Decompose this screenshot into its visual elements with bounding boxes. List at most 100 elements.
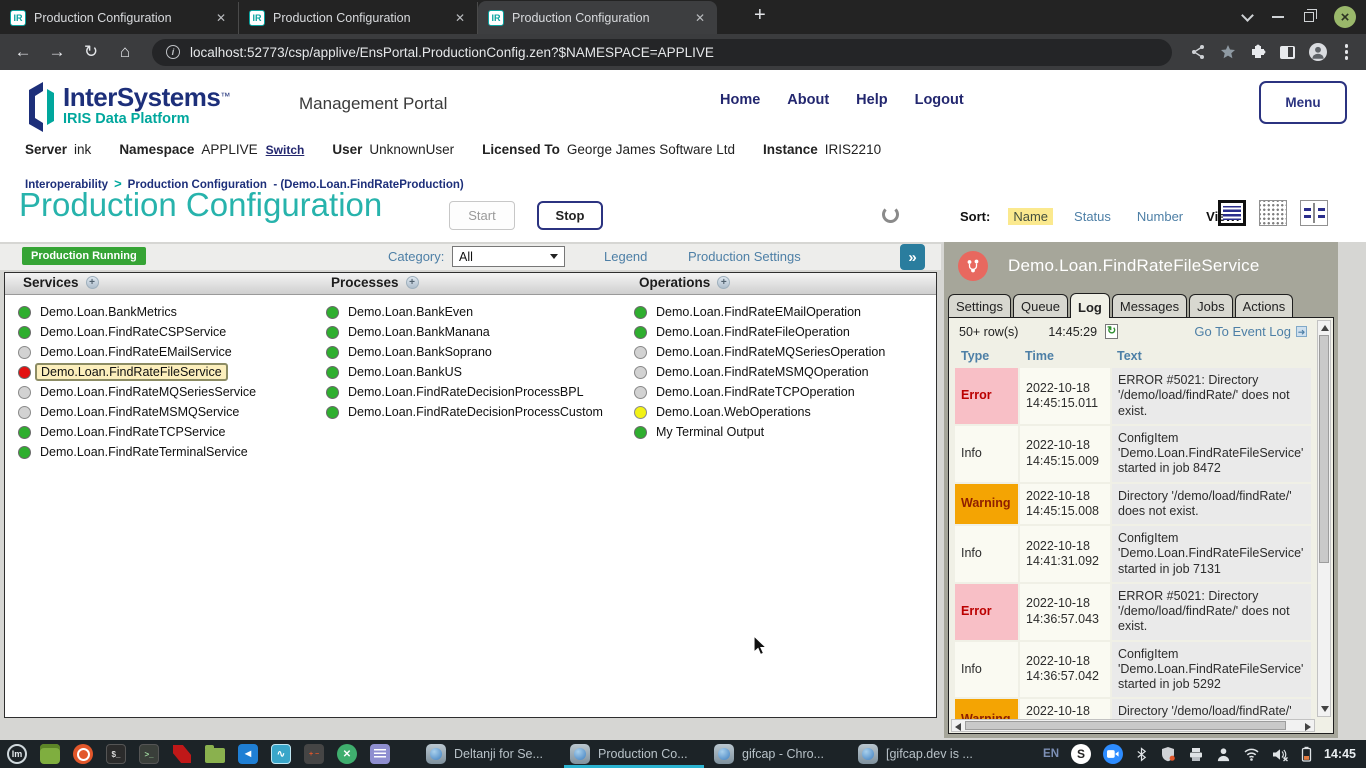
- config-item[interactable]: Demo.Loan.FindRateEMailService: [18, 342, 256, 362]
- taskbar-window-button[interactable]: gifcap - Chro...: [708, 740, 848, 768]
- security-shield-icon[interactable]: [1160, 746, 1176, 762]
- nav-link[interactable]: Logout: [915, 92, 964, 108]
- col-header-type[interactable]: Type: [955, 346, 1019, 368]
- terminal-icon[interactable]: $_: [105, 743, 127, 765]
- panel-tab[interactable]: Settings: [948, 294, 1011, 317]
- taskbar-window-button[interactable]: Production Co...: [564, 740, 704, 768]
- config-item[interactable]: Demo.Loan.FindRateDecisionProcessBPL: [326, 382, 603, 402]
- log-row[interactable]: Info 2022-10-18 14:36:57.042 ConfigItem …: [955, 641, 1312, 699]
- extensions-puzzle-icon[interactable]: [1250, 44, 1266, 60]
- tab-close-icon[interactable]: ✕: [693, 11, 707, 25]
- site-info-icon[interactable]: i: [166, 45, 180, 59]
- add-operation-icon[interactable]: +: [717, 276, 730, 289]
- sort-option[interactable]: Number: [1132, 208, 1188, 225]
- horizontal-scroll-thumb[interactable]: [965, 721, 1286, 730]
- keyboard-layout[interactable]: EN: [1043, 748, 1059, 760]
- show-desktop-icon[interactable]: [39, 743, 61, 765]
- config-item[interactable]: Demo.Loan.BankUS: [326, 362, 603, 382]
- panel-tab[interactable]: Log: [1070, 293, 1110, 318]
- expand-panel-button[interactable]: »: [900, 244, 925, 270]
- taskbar-window-button[interactable]: Deltanji for Se...: [420, 740, 560, 768]
- config-item[interactable]: Demo.Loan.BankEven: [326, 302, 603, 322]
- menu-button[interactable]: Menu: [1259, 81, 1347, 124]
- chevron-down-icon[interactable]: [1241, 9, 1254, 22]
- skype-icon[interactable]: S: [1071, 744, 1091, 764]
- taskbar-window-button[interactable]: [gifcap.dev is ...: [852, 740, 992, 768]
- volume-muted-icon[interactable]: [1272, 747, 1289, 762]
- minimize-icon[interactable]: [1272, 16, 1284, 18]
- new-tab-button[interactable]: +: [740, 4, 780, 31]
- restore-icon[interactable]: [1304, 12, 1314, 22]
- split-view-icon[interactable]: [1300, 200, 1328, 226]
- horizontal-scrollbar[interactable]: [951, 719, 1315, 732]
- panel-tab[interactable]: Actions: [1235, 294, 1294, 317]
- address-bar[interactable]: i localhost:52773/csp/applive/EnsPortal.…: [152, 39, 1172, 66]
- log-row[interactable]: Error 2022-10-18 14:36:57.043 ERROR #502…: [955, 583, 1312, 641]
- category-select[interactable]: All: [452, 246, 565, 267]
- vertical-scroll-thumb[interactable]: [1319, 335, 1329, 563]
- config-item[interactable]: Demo.Loan.FindRateTCPOperation: [634, 382, 885, 402]
- add-service-icon[interactable]: +: [86, 276, 99, 289]
- tab-close-icon[interactable]: ✕: [214, 11, 228, 25]
- list-view-icon[interactable]: [1218, 200, 1246, 226]
- production-settings-link[interactable]: Production Settings: [688, 249, 801, 264]
- config-item[interactable]: My Terminal Output: [634, 422, 885, 442]
- forward-icon[interactable]: →: [42, 38, 72, 66]
- panel-tab[interactable]: Queue: [1013, 294, 1068, 317]
- system-monitor-icon[interactable]: ∿: [270, 743, 292, 765]
- nav-link[interactable]: About: [787, 92, 829, 108]
- battery-icon[interactable]: [1301, 746, 1312, 762]
- scroll-left-icon[interactable]: [955, 723, 961, 731]
- deltanji-app-icon[interactable]: [171, 743, 193, 765]
- grid-view-icon[interactable]: [1259, 200, 1287, 226]
- config-item[interactable]: Demo.Loan.WebOperations: [634, 402, 885, 422]
- config-item[interactable]: Demo.Loan.FindRateMQSeriesService: [18, 382, 256, 402]
- sort-option[interactable]: Name: [1008, 208, 1053, 225]
- tab-close-icon[interactable]: ✕: [453, 11, 467, 25]
- switch-link[interactable]: Switch: [266, 143, 305, 157]
- printer-icon[interactable]: [1188, 747, 1204, 762]
- file-manager-icon[interactable]: [204, 743, 226, 765]
- browser-tab[interactable]: IR Production Configuration ✕: [478, 1, 717, 34]
- green-x-app-icon[interactable]: ✕: [336, 743, 358, 765]
- shell-terminal-icon[interactable]: >_: [138, 743, 160, 765]
- zoom-icon[interactable]: [1103, 744, 1123, 764]
- mint-menu-icon[interactable]: lm: [6, 743, 28, 765]
- config-item[interactable]: Demo.Loan.FindRateFileService: [18, 362, 256, 382]
- log-row[interactable]: Warning 2022-10-18 14:45:15.008 Director…: [955, 483, 1312, 526]
- refresh-log-icon[interactable]: ↻: [1105, 324, 1118, 339]
- scroll-down-icon[interactable]: [1321, 706, 1329, 712]
- config-item[interactable]: Demo.Loan.BankManana: [326, 322, 603, 342]
- legend-link[interactable]: Legend: [604, 249, 647, 264]
- share-icon[interactable]: [1190, 44, 1206, 60]
- config-item[interactable]: Demo.Loan.FindRateMSMQService: [18, 402, 256, 422]
- scroll-right-icon[interactable]: [1305, 723, 1311, 731]
- reload-icon[interactable]: ↻: [76, 38, 106, 66]
- go-to-event-log-link[interactable]: Go To Event Log ➜: [1194, 324, 1307, 339]
- config-item[interactable]: Demo.Loan.FindRateMQSeriesOperation: [634, 342, 885, 362]
- bluetooth-icon[interactable]: [1135, 747, 1148, 762]
- sort-option[interactable]: Status: [1069, 208, 1116, 225]
- user-status-icon[interactable]: [1216, 747, 1231, 762]
- config-item[interactable]: Demo.Loan.FindRateCSPService: [18, 322, 256, 342]
- config-item[interactable]: Demo.Loan.FindRateTerminalService: [18, 442, 256, 462]
- close-window-icon[interactable]: ×: [1334, 6, 1356, 28]
- add-process-icon[interactable]: +: [406, 276, 419, 289]
- browser-menu-icon[interactable]: [1341, 44, 1353, 60]
- col-header-text[interactable]: Text: [1111, 346, 1312, 368]
- profile-avatar-icon[interactable]: [1309, 43, 1327, 61]
- log-row[interactable]: Info 2022-10-18 14:45:15.009 ConfigItem …: [955, 425, 1312, 483]
- browser-tab[interactable]: IR Production Configuration ✕: [239, 2, 478, 34]
- panel-tab[interactable]: Messages: [1112, 294, 1187, 317]
- nav-link[interactable]: Help: [856, 92, 887, 108]
- config-item[interactable]: Demo.Loan.BankSoprano: [326, 342, 603, 362]
- config-item[interactable]: Demo.Loan.BankMetrics: [18, 302, 256, 322]
- notes-app-icon[interactable]: [369, 743, 391, 765]
- calculator-icon[interactable]: + −: [303, 743, 325, 765]
- bookmark-star-icon[interactable]: [1220, 44, 1236, 60]
- config-item[interactable]: Demo.Loan.FindRateDecisionProcessCustom: [326, 402, 603, 422]
- orange-app-icon[interactable]: [72, 743, 94, 765]
- panel-tab[interactable]: Jobs: [1189, 294, 1232, 317]
- wifi-icon[interactable]: [1243, 747, 1260, 761]
- code-editor-icon[interactable]: ◄: [237, 743, 259, 765]
